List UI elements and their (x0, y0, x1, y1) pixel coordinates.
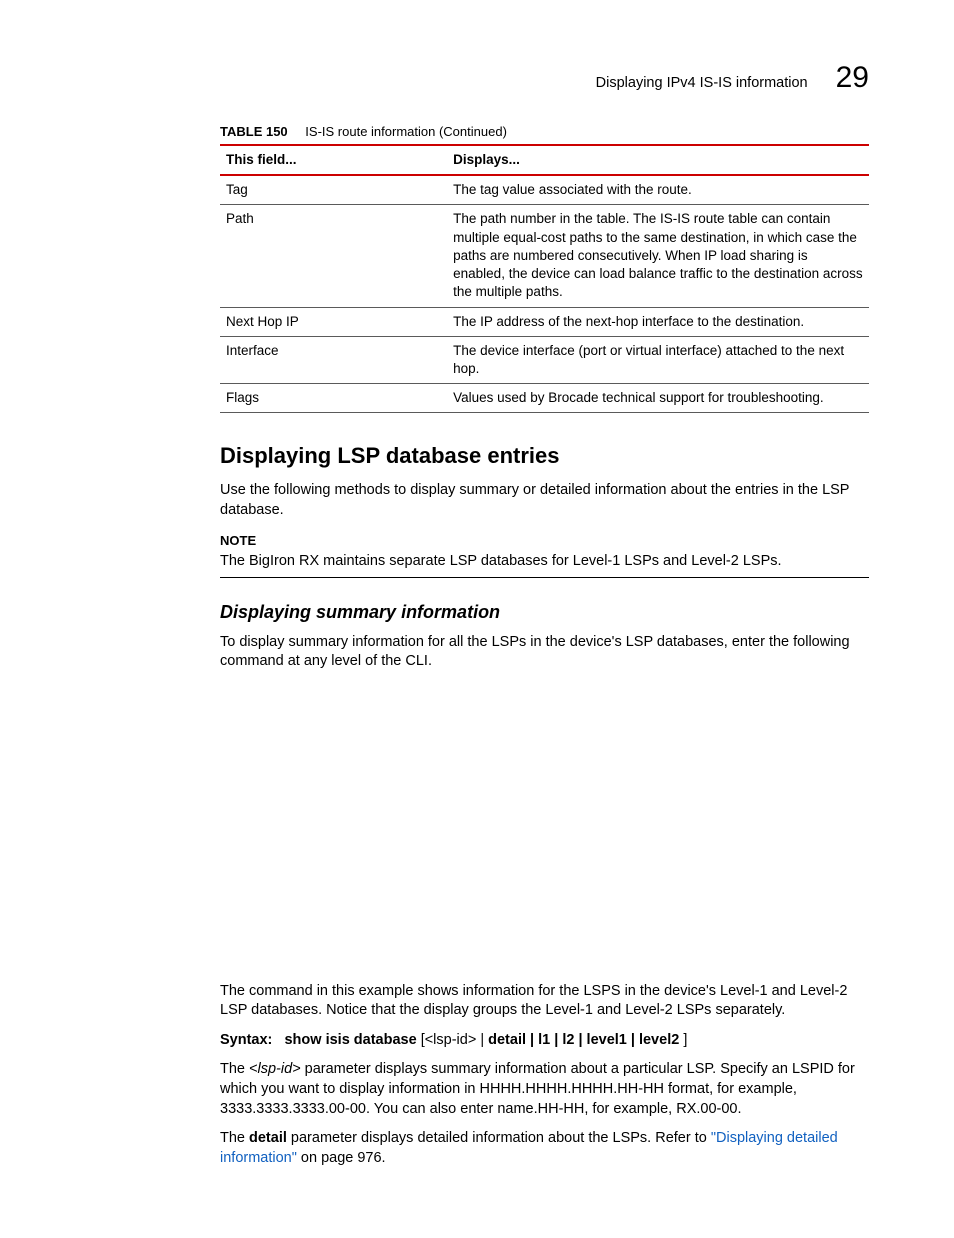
running-title: Displaying IPv4 IS-IS information (596, 74, 808, 94)
page: Displaying IPv4 IS-IS information 29 TAB… (0, 0, 954, 1238)
section-intro: Use the following methods to display sum… (220, 481, 869, 520)
subsection-intro: To display summary information for all t… (220, 633, 869, 672)
syntax-args-open: [<lsp-id> | (421, 1032, 488, 1048)
field-cell: Next Hop IP (220, 307, 447, 336)
table-row: Flags Values used by Brocade technical s… (220, 384, 869, 413)
syntax-command: show isis database (284, 1032, 416, 1048)
table-row: Tag The tag value associated with the ro… (220, 175, 869, 205)
lspid-paragraph: The <lsp-id> parameter displays summary … (220, 1060, 869, 1119)
field-cell: Path (220, 205, 447, 307)
desc-cell: Values used by Brocade technical support… (447, 384, 869, 413)
route-info-table: This field... Displays... Tag The tag va… (220, 144, 869, 413)
text: on page 976. (297, 1150, 386, 1166)
subsection-heading-summary: Displaying summary information (220, 600, 869, 624)
desc-cell: The IP address of the next-hop interface… (447, 307, 869, 336)
chapter-number: 29 (836, 58, 869, 99)
syntax-args-bold: detail | l1 | l2 | level1 | level2 (488, 1032, 679, 1048)
text: parameter displays detailed information … (287, 1130, 711, 1146)
lspid-param: <lsp-id> (249, 1061, 301, 1077)
field-cell: Tag (220, 175, 447, 205)
syntax-args-close: ] (683, 1032, 687, 1048)
table-title: IS-IS route information (Continued) (305, 124, 507, 139)
section-heading-lsp-db: Displaying LSP database entries (220, 441, 869, 471)
text: The (220, 1130, 249, 1146)
table-label: TABLE 150 (220, 124, 288, 139)
syntax-prefix: Syntax: (220, 1032, 272, 1048)
table-header-row: This field... Displays... (220, 145, 869, 175)
table-row: Path The path number in the table. The I… (220, 205, 869, 307)
desc-cell: The path number in the table. The IS-IS … (447, 205, 869, 307)
note-block: NOTE The BigIron RX maintains separate L… (220, 532, 869, 578)
cli-output-placeholder (220, 682, 869, 982)
field-cell: Interface (220, 336, 447, 383)
table-caption: TABLE 150 IS-IS route information (Conti… (220, 123, 869, 141)
detail-keyword: detail (249, 1130, 287, 1146)
note-label: NOTE (220, 532, 869, 550)
after-example-paragraph: The command in this example shows inform… (220, 982, 869, 1021)
desc-cell: The device interface (port or virtual in… (447, 336, 869, 383)
field-cell: Flags (220, 384, 447, 413)
syntax-line: Syntax: show isis database [<lsp-id> | d… (220, 1031, 869, 1051)
note-body: The BigIron RX maintains separate LSP da… (220, 552, 869, 579)
desc-cell: The tag value associated with the route. (447, 175, 869, 205)
table-row: Interface The device interface (port or … (220, 336, 869, 383)
table-head-display: Displays... (447, 145, 869, 175)
detail-paragraph: The detail parameter displays detailed i… (220, 1129, 869, 1168)
text: parameter displays summary information a… (220, 1061, 855, 1116)
running-header: Displaying IPv4 IS-IS information 29 (220, 58, 869, 99)
table-head-field: This field... (220, 145, 447, 175)
text: The (220, 1061, 249, 1077)
table-row: Next Hop IP The IP address of the next-h… (220, 307, 869, 336)
